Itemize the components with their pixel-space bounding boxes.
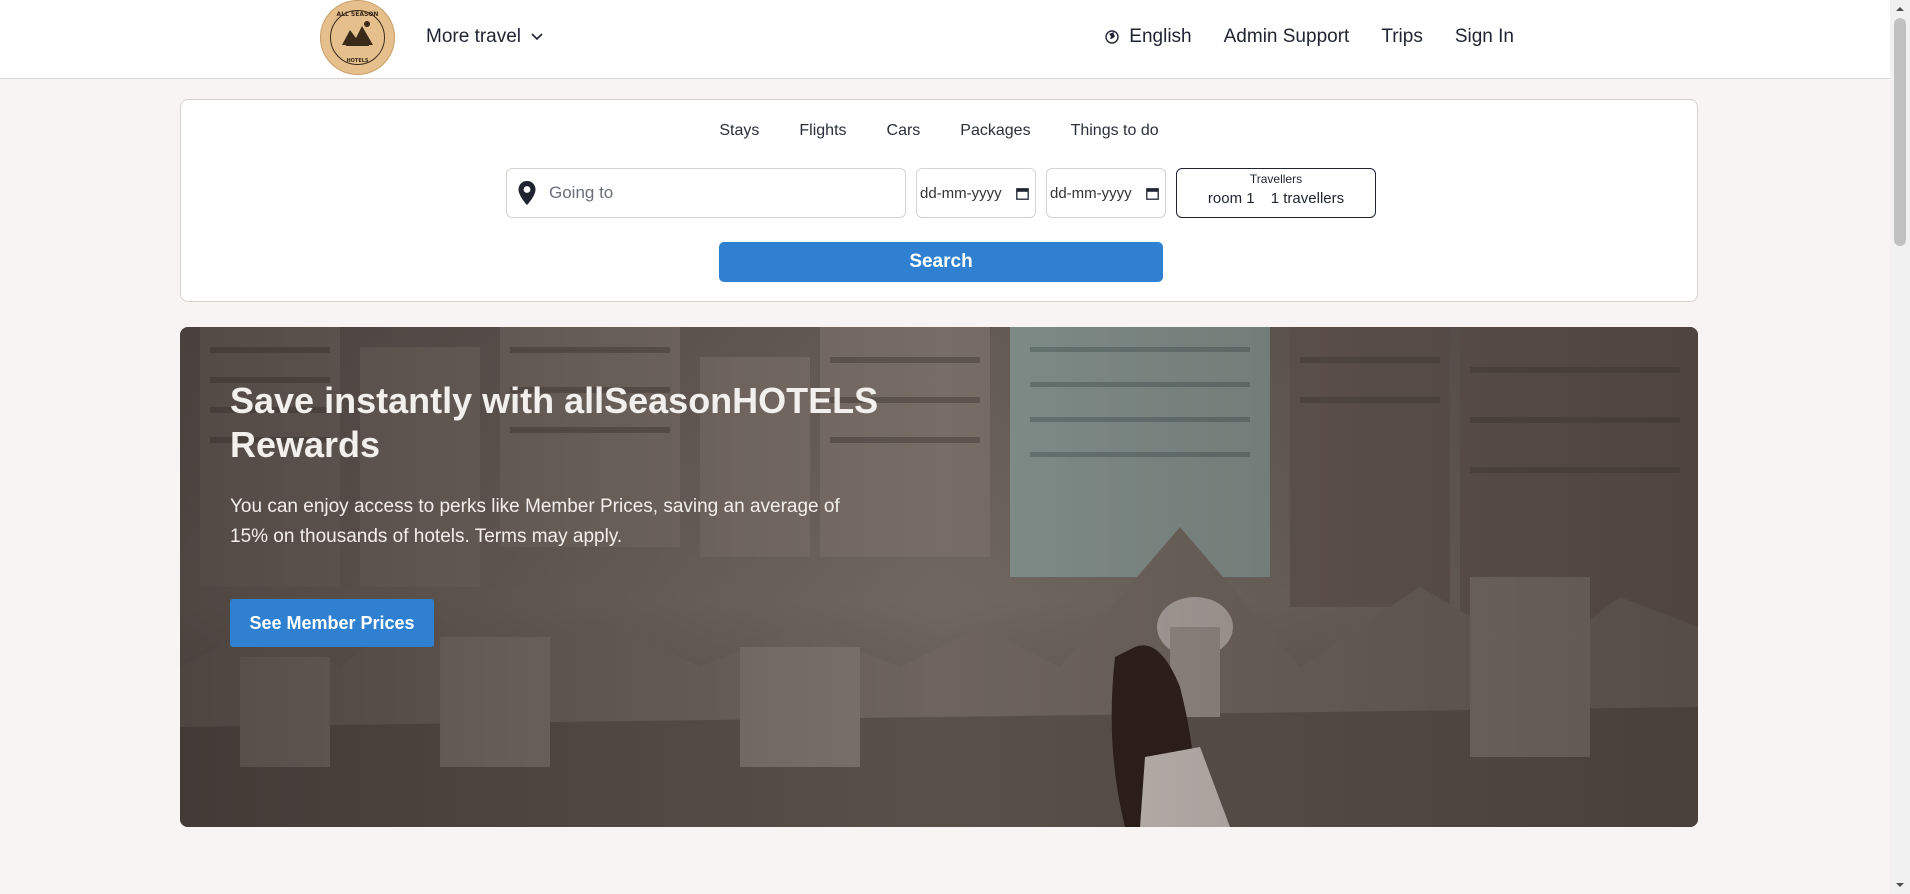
top-navigation-bar: ALL SEASON HOTELS More travel English Ad… [0,0,1890,79]
chevron-down-icon [531,33,543,41]
location-pin-icon [518,181,536,205]
globe-icon [1105,30,1119,44]
rewards-hero-banner: Save instantly with allSeasonHOTELS Rewa… [180,327,1698,827]
hero-description: You can enjoy access to perks like Membe… [230,496,840,547]
language-selector[interactable]: English [1105,26,1192,48]
travellers-summary: room 1 1 travellers [1177,190,1375,207]
svg-text:HOTELS: HOTELS [346,58,368,64]
search-tabs: Stays Flights Cars Packages Things to do [181,122,1697,140]
check-in-date-field[interactable]: dd-mm-yyyy [916,168,1036,218]
admin-support-label: Admin Support [1223,26,1350,47]
language-label: English [1129,26,1192,47]
scroll-down-arrow-icon[interactable] [1895,880,1905,890]
trips-link[interactable]: Trips [1381,26,1423,48]
hero-title: Save instantly with allSeasonHOTELS Rewa… [230,380,879,465]
scroll-up-arrow-icon[interactable] [1895,4,1905,14]
travellers-label: Travellers [1249,172,1303,186]
check-out-date-placeholder: dd-mm-yyyy [1050,184,1132,202]
sign-in-label: Sign In [1454,26,1514,47]
see-member-prices-button[interactable]: See Member Prices [230,599,434,647]
page-scrollbar[interactable] [1890,0,1910,894]
more-travel-label: More travel [426,26,522,47]
tab-cars[interactable]: Cars [887,122,921,140]
travellers-selector[interactable]: Travellers room 1 1 travellers [1176,168,1376,218]
going-to-field[interactable] [506,168,906,218]
calendar-icon[interactable] [1146,187,1159,200]
trips-label: Trips [1381,26,1423,47]
tab-stays[interactable]: Stays [719,122,759,140]
svg-text:ALL SEASON: ALL SEASON [337,11,379,18]
admin-support-link[interactable]: Admin Support [1224,26,1350,48]
travellers-count-value: 1 travellers [1270,190,1345,207]
tab-things-to-do[interactable]: Things to do [1071,122,1159,140]
search-button[interactable]: Search [719,242,1163,282]
all-season-hotels-logo[interactable]: ALL SEASON HOTELS [320,0,395,75]
logo-emblem-icon: ALL SEASON HOTELS [321,1,394,74]
header-right-nav: English Admin Support Trips Sign In [1105,24,1514,50]
scrollbar-thumb[interactable] [1894,18,1906,246]
more-travel-menu[interactable]: More travel [426,24,543,50]
tab-packages[interactable]: Packages [960,122,1030,140]
calendar-icon[interactable] [1016,187,1029,200]
tab-flights[interactable]: Flights [799,122,846,140]
sign-in-link[interactable]: Sign In [1455,26,1514,48]
rooms-value: room 1 [1207,190,1255,207]
search-card: Stays Flights Cars Packages Things to do… [180,99,1698,302]
check-in-date-placeholder: dd-mm-yyyy [920,184,1002,202]
going-to-input[interactable] [547,182,871,204]
check-out-date-field[interactable]: dd-mm-yyyy [1046,168,1166,218]
